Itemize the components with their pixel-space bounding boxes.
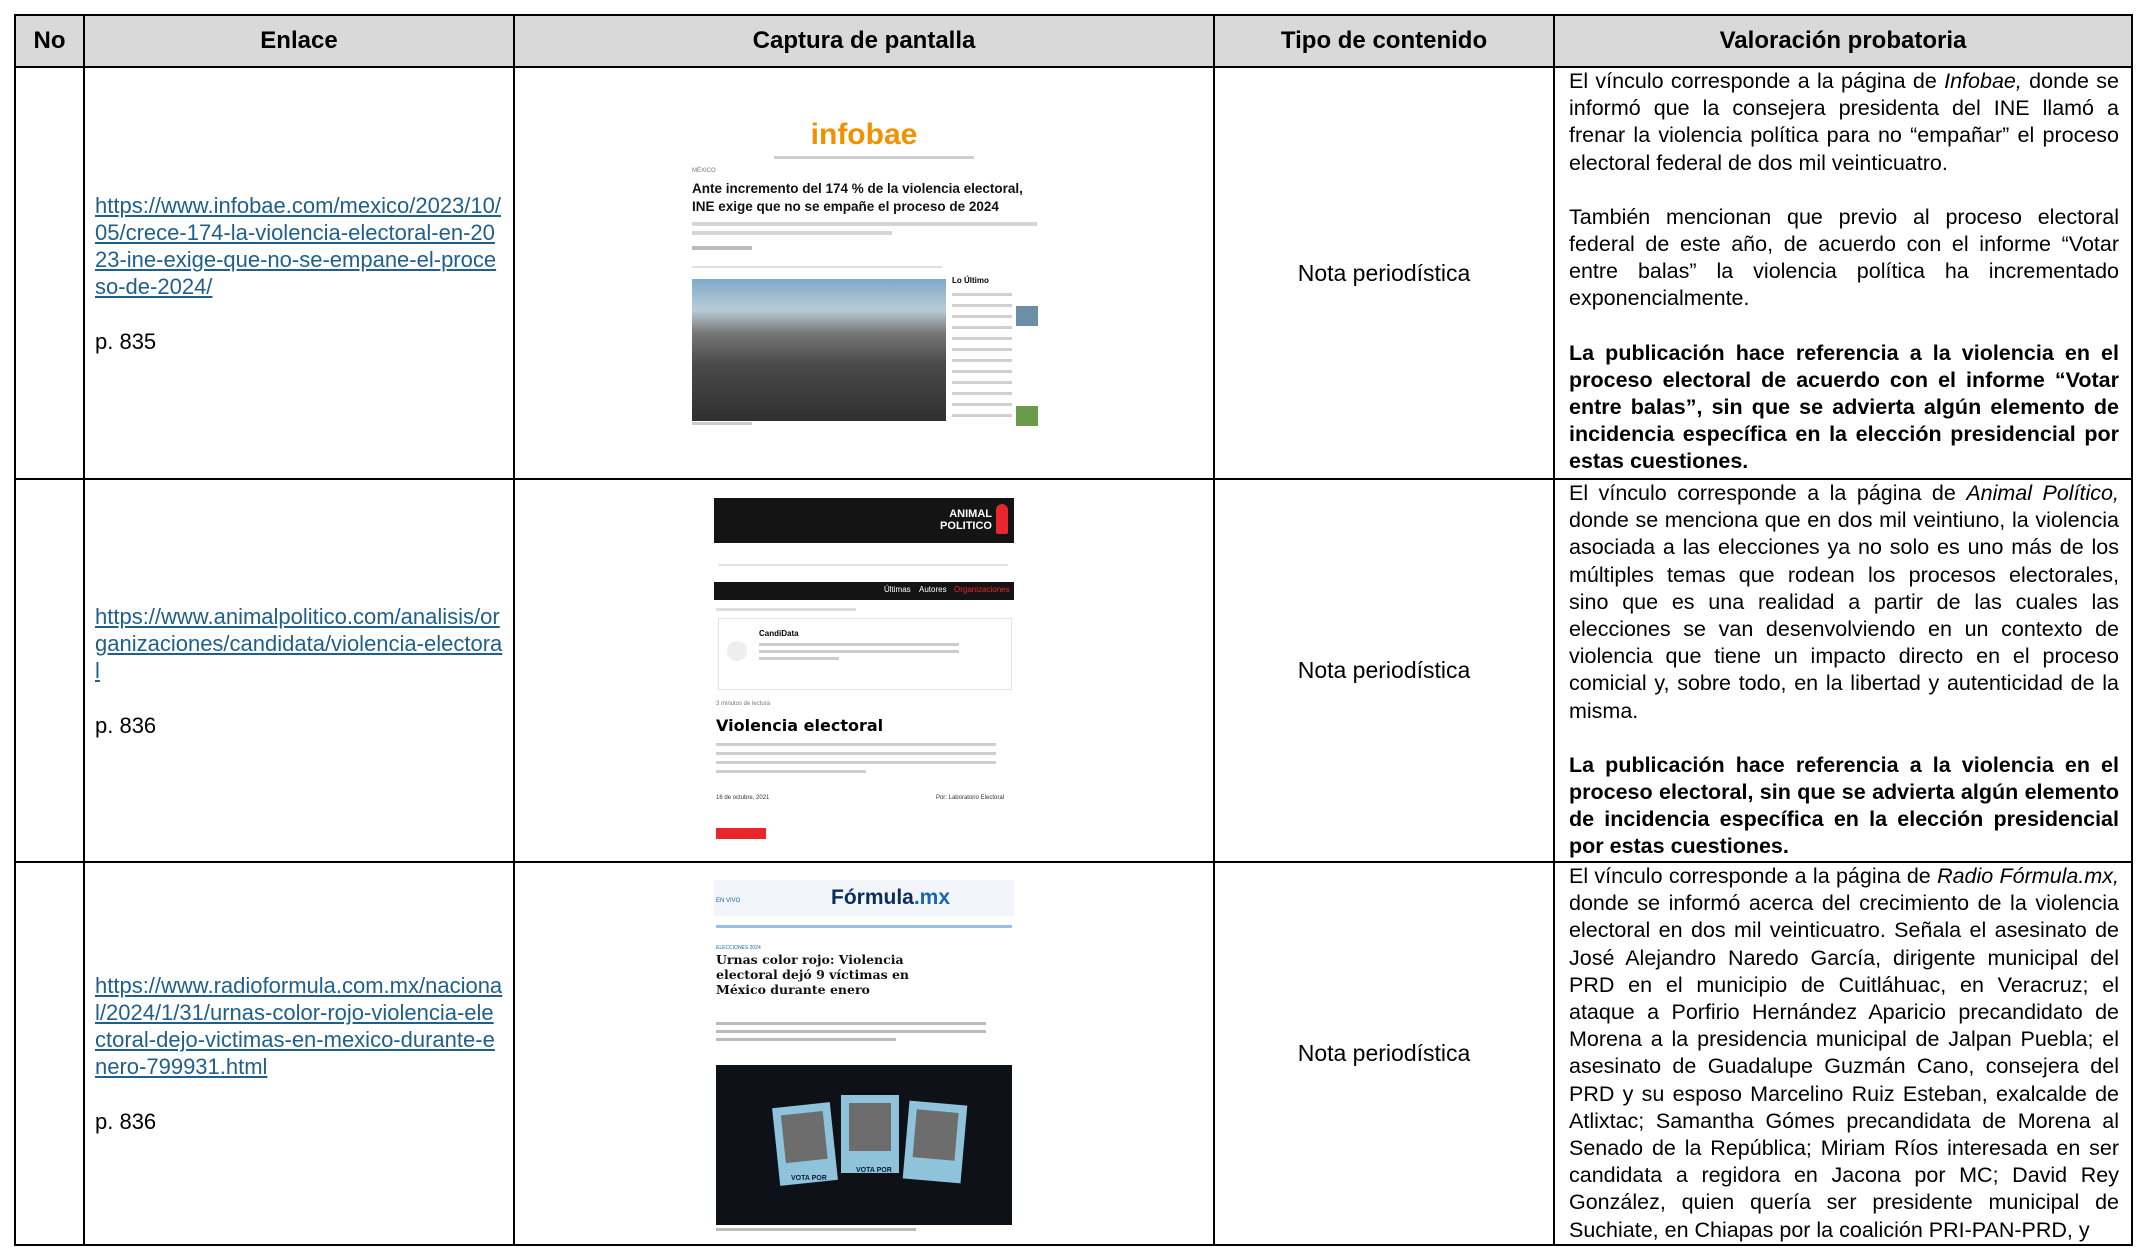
animalpolitico-logo: ANIMAL POLITICO: [940, 508, 992, 532]
header-row: No Enlace Captura de pantalla Tipo de co…: [14, 14, 2133, 68]
live-label: EN VIVO: [716, 898, 741, 905]
assessment-cell: El vínculo corresponde a la página de An…: [1553, 478, 2133, 863]
article-subtitle: [692, 231, 892, 235]
screenshot-cell: EN VIVO Fórmula.mx ELECCIONES 2024 Urnas…: [513, 861, 1215, 1246]
menu-divider: [718, 564, 1008, 566]
row-number: [14, 861, 85, 1246]
assessment-paragraph: El vínculo corresponde a la página de In…: [1569, 69, 2119, 175]
section-label: MÉXICO: [692, 168, 716, 174]
screenshot-cell: ANIMAL POLITICO Últimas Autores Organizac…: [513, 478, 1215, 863]
author-card: CandiData: [718, 618, 1012, 690]
infobae-screenshot: infobae MÉXICO Ante incremento del 174 %…: [684, 114, 1044, 432]
article-title: Violencia electoral: [716, 716, 884, 735]
source-link[interactable]: https://www.infobae.com/mexico/2023/10/0…: [95, 192, 503, 300]
article-date: 16 de octubre, 2021: [716, 795, 770, 801]
header-no: No: [14, 14, 85, 68]
site-header: ANIMAL POLITICO: [714, 498, 1014, 543]
table-row: https://www.animalpolitico.com/analisis/…: [14, 478, 2133, 863]
sidebar-title: Lo Último: [952, 276, 989, 285]
sub-nav: Últimas Autores Organizaciones: [714, 582, 1014, 600]
row-number: [14, 66, 85, 480]
photo-caption: [692, 422, 752, 425]
table-row: https://www.infobae.com/mexico/2023/10/0…: [14, 66, 2133, 480]
link-cell: https://www.infobae.com/mexico/2023/10/0…: [83, 66, 515, 480]
header-screenshot: Captura de pantalla: [513, 14, 1215, 68]
share-button: [716, 828, 766, 839]
article-subtitle: [692, 222, 1037, 226]
page-reference: p. 835: [95, 328, 157, 354]
read-time: 3 minutos de lectura: [716, 701, 771, 707]
assessment-cell: El vínculo corresponde a la página de In…: [1553, 66, 2133, 480]
evidence-table: No Enlace Captura de pantalla Tipo de co…: [14, 14, 2133, 1246]
sidebar-thumbnail: [1016, 406, 1038, 426]
screenshot-cell: infobae MÉXICO Ante incremento del 174 %…: [513, 66, 1215, 480]
sidebar-thumbnail: [1016, 306, 1038, 326]
link-cell: https://www.radioformula.com.mx/nacional…: [83, 861, 515, 1246]
header-assessment: Valoración probatoria: [1553, 14, 2133, 68]
breadcrumb: [716, 608, 856, 611]
article-byline: [692, 246, 752, 250]
sidebar-latest: Lo Último: [952, 276, 1038, 426]
content-type: Nota periodística: [1213, 66, 1555, 480]
nav-bar: [774, 156, 974, 159]
content-type: Nota periodística: [1213, 478, 1555, 863]
page-reference: p. 836: [95, 1108, 157, 1134]
animalpolitico-screenshot: ANIMAL POLITICO Últimas Autores Organizac…: [714, 498, 1014, 843]
logo-pin-icon: [996, 504, 1008, 534]
assessment-paragraph: El vínculo corresponde a la página de An…: [1569, 481, 2119, 723]
source-link[interactable]: https://www.radioformula.com.mx/nacional…: [95, 972, 503, 1080]
article-photo: [692, 279, 946, 421]
source-link[interactable]: https://www.animalpolitico.com/analisis/…: [95, 603, 503, 684]
site-header: EN VIVO Fórmula.mx: [714, 880, 1014, 917]
content-type: Nota periodística: [1213, 861, 1555, 1246]
table-row: https://www.radioformula.com.mx/nacional…: [14, 861, 2133, 1246]
share-bar: [692, 266, 942, 268]
assessment-conclusion: La publicación hace referencia a la viol…: [1569, 340, 2119, 474]
page-reference: p. 836: [95, 712, 157, 738]
link-cell: https://www.animalpolitico.com/analisis/…: [83, 478, 515, 863]
article-byline: Por: Laboratorio Electoral: [935, 795, 1004, 801]
article-headline: Ante incremento del 174 % de la violenci…: [692, 181, 1023, 214]
radioformula-screenshot: EN VIVO Fórmula.mx ELECCIONES 2024 Urnas…: [714, 872, 1014, 1235]
photo-caption: [716, 1228, 916, 1232]
row-number: [14, 478, 85, 863]
section-tag: ELECCIONES 2024: [716, 945, 761, 952]
radioformula-logo: Fórmula.mx: [831, 886, 951, 910]
header-content-type: Tipo de contenido: [1213, 14, 1555, 68]
assessment-paragraph: También mencionan que previo al proceso …: [1569, 204, 2119, 311]
article-headline: Urnas color rojo: Violencia electoral de…: [716, 952, 910, 998]
assessment-conclusion: La publicación hace referencia a la viol…: [1569, 752, 2119, 859]
assessment-paragraph: El vínculo corresponde a la página de Ra…: [1569, 864, 2119, 1242]
header-link: Enlace: [83, 14, 515, 68]
menu-bar: [716, 925, 1012, 929]
assessment-cell: El vínculo corresponde a la página de Ra…: [1553, 861, 2133, 1246]
article-photo: VOTA POR VOTA POR: [716, 1065, 1012, 1226]
avatar: [727, 641, 747, 661]
infobae-logo: infobae: [810, 118, 918, 151]
